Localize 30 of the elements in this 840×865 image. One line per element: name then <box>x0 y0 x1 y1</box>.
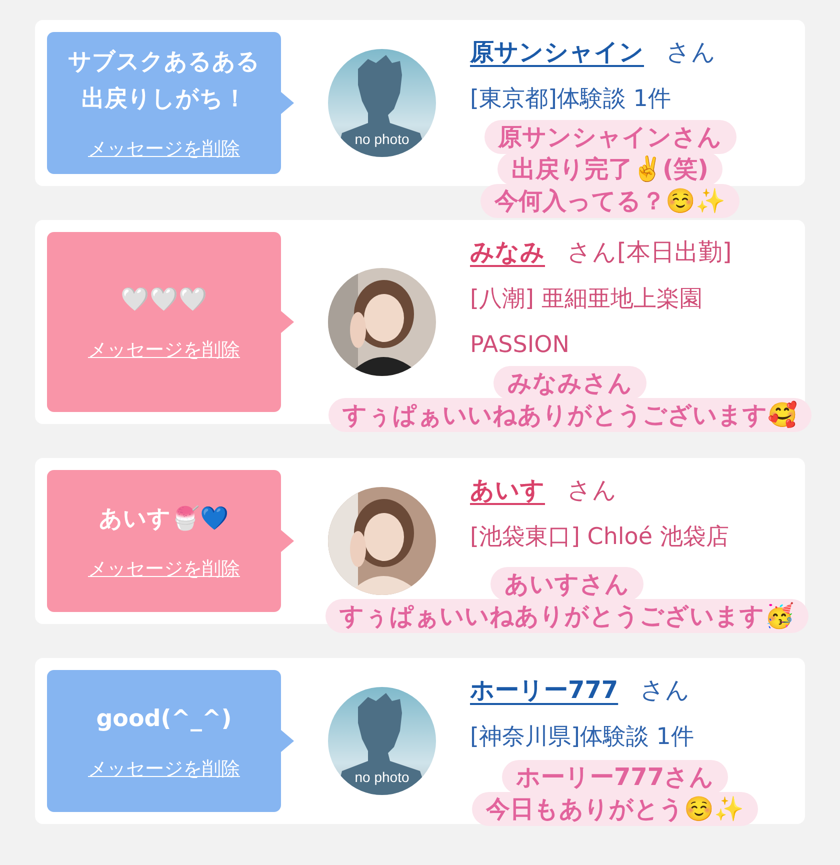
caption-sticker: すぅぱぁいいねありがとうございます🥳 <box>326 599 808 633</box>
message-text: あいす🍧💙 <box>99 504 229 534</box>
shop-info: PASSION <box>470 331 570 360</box>
honorific: さん <box>640 675 690 706</box>
user-name-link[interactable]: あいす <box>470 474 545 506</box>
message-text: 出戻りしがち！ <box>80 85 248 114</box>
shop-info: [池袋東口] Chloé 池袋店 <box>470 523 730 552</box>
caption-sticker: すぅぱぁいいねありがとうございます🥰 <box>328 398 812 432</box>
honorific: さん <box>567 237 617 268</box>
caption-sticker: 原サンシャインさん <box>484 120 736 154</box>
message-text: 🤍🤍🤍 <box>120 286 208 314</box>
caption-sticker: あいすさん <box>490 567 644 601</box>
user-name-link[interactable]: みなみ <box>470 236 545 268</box>
user-name-link[interactable]: 原サンシャイン <box>470 36 644 68</box>
no-photo-label: no photo <box>354 769 410 785</box>
no-photo-label: no photo <box>354 131 410 147</box>
shop-info: [八潮] 亜細亜地上楽園 <box>470 285 704 314</box>
caption-sticker: 出戻り完了✌(笑) <box>498 152 722 186</box>
shop-info: [神奈川県]体験談 1件 <box>470 723 695 752</box>
honorific: さん <box>666 37 716 68</box>
honorific: さん <box>567 475 617 506</box>
message-text: good(^_^) <box>96 704 232 734</box>
caption-sticker: みなみさん <box>494 366 646 400</box>
user-name-link[interactable]: ホーリー777 <box>470 674 618 706</box>
caption-sticker: ホーリー777さん <box>502 760 728 794</box>
shop-info: [東京都]体験談 1件 <box>470 85 672 114</box>
status-tag: [本日出勤] <box>617 236 732 268</box>
caption-sticker: 今何入ってる？☺✨ <box>480 184 740 218</box>
message-text: サブスクあるある <box>68 48 260 77</box>
caption-sticker: 今日もありがとう☺✨ <box>472 792 758 826</box>
